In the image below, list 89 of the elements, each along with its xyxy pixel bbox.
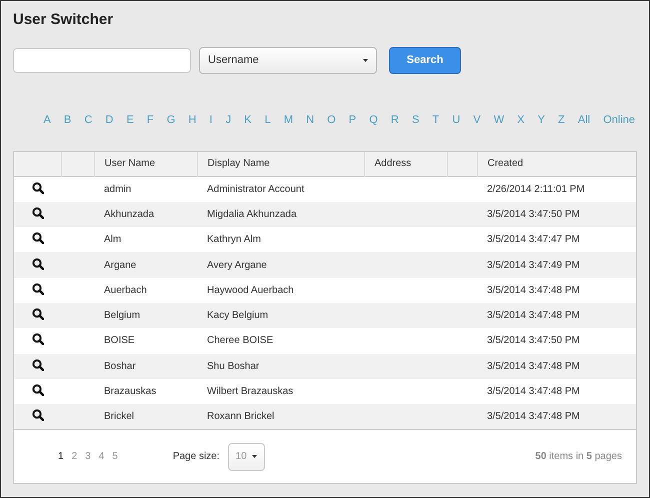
table-cell: Kacy Belgium <box>207 310 268 322</box>
table-cell: Roxann Brickel <box>207 411 274 422</box>
search-icon[interactable] <box>32 182 44 194</box>
letter-filter-link[interactable]: U <box>452 112 460 128</box>
letter-filter-link[interactable]: B <box>64 112 72 128</box>
table-cell: Shu Boshar <box>207 360 260 372</box>
table-cell: 3/5/2014 3:47:48 PM <box>487 310 580 322</box>
search-field[interactable] <box>13 48 191 73</box>
letter-filter-link[interactable]: G <box>166 112 176 128</box>
page-size-dropdown[interactable]: 10 <box>228 442 265 471</box>
page-size-label: Page size: <box>172 450 220 464</box>
table-cell: 3/5/2014 3:47:49 PM <box>487 260 580 271</box>
column-header: Created <box>477 152 636 176</box>
table-cell: Kathryn Alm <box>207 234 261 246</box>
letter-filter-link[interactable]: F <box>146 112 154 128</box>
table-cell: Belgium <box>104 310 140 322</box>
table-cell: 3/5/2014 3:47:50 PM <box>487 208 580 220</box>
search-icon[interactable] <box>32 258 44 270</box>
column-header: Display Name <box>197 152 364 176</box>
letter-filter-link[interactable]: O <box>327 112 336 128</box>
column-header <box>14 152 61 176</box>
table-cell: Wilbert Brazauskas <box>207 386 294 398</box>
table-cell: 2/26/2014 2:11:01 PM <box>487 184 585 195</box>
column-header: User Name <box>94 152 197 176</box>
letter-filter-link[interactable]: E <box>126 112 134 128</box>
column-header <box>447 152 477 176</box>
letter-filter-link[interactable]: J <box>226 112 232 128</box>
letter-filter-link[interactable]: N <box>306 112 314 128</box>
column-header <box>61 152 94 176</box>
search-icon[interactable] <box>32 206 44 219</box>
table-cell: 3/5/2014 3:47:48 PM <box>487 411 580 422</box>
table-cell: Argane <box>104 260 136 271</box>
items-summary: 50 items in 5 pages <box>535 450 622 464</box>
search-icon[interactable] <box>32 409 44 422</box>
letter-filter-link[interactable]: All <box>578 112 590 128</box>
letter-filter-link[interactable]: L <box>264 112 271 128</box>
letter-filter-link[interactable]: I <box>209 112 212 128</box>
page-link[interactable]: 4 <box>98 449 104 464</box>
letter-filter-link[interactable]: K <box>244 112 252 128</box>
table-cell: admin <box>104 184 132 195</box>
letter-filter-link[interactable]: R <box>390 112 399 128</box>
letter-filter-link[interactable]: H <box>188 112 196 128</box>
search-icon[interactable] <box>32 333 44 346</box>
page-title: User Switcher <box>13 10 114 29</box>
page-link[interactable]: 1 <box>58 449 64 464</box>
letter-filter-link[interactable]: D <box>105 112 114 128</box>
search-button[interactable]: Search <box>389 47 461 74</box>
table-cell: 3/5/2014 3:47:47 PM <box>487 234 580 246</box>
table-cell: Alm <box>104 234 122 246</box>
letter-filter-link[interactable]: V <box>473 112 481 128</box>
caret-icon <box>252 455 257 458</box>
letter-filter-link[interactable]: W <box>494 112 504 128</box>
letter-filter-link[interactable]: S <box>412 112 420 128</box>
table-cell: Cheree BOISE <box>207 335 274 346</box>
letter-filter-link[interactable]: C <box>84 112 92 128</box>
search-icon[interactable] <box>32 308 44 320</box>
letter-filter-link[interactable]: Q <box>369 112 378 128</box>
letter-filter-link[interactable]: Y <box>538 112 545 128</box>
search-icon[interactable] <box>32 232 44 244</box>
column-header: Address <box>364 152 447 176</box>
search-icon[interactable] <box>32 384 44 396</box>
letter-filter-link[interactable]: Z <box>558 112 565 128</box>
search-icon[interactable] <box>32 282 44 295</box>
caret-icon <box>363 59 368 62</box>
filter-dropdown[interactable]: Username <box>199 47 377 74</box>
table-cell: Avery Argane <box>207 260 267 271</box>
table-cell: 3/5/2014 3:47:48 PM <box>487 284 580 296</box>
search-icon[interactable] <box>32 358 44 371</box>
table-cell: Haywood Auerbach <box>207 284 294 296</box>
table-cell: 3/5/2014 3:47:48 PM <box>487 386 580 398</box>
page-link[interactable]: 2 <box>72 449 78 464</box>
table-cell: Administrator Account <box>207 184 304 195</box>
table-cell: Brickel <box>104 411 134 422</box>
page-link[interactable]: 5 <box>112 449 118 464</box>
table-cell: Brazauskas <box>104 386 156 398</box>
letter-filter-link[interactable]: P <box>348 112 356 128</box>
page-link[interactable]: 3 <box>85 449 91 464</box>
letter-filter-link[interactable]: A <box>43 112 51 128</box>
table-cell: Boshar <box>104 360 136 372</box>
letter-filter-link[interactable]: M <box>284 112 293 128</box>
table-cell: Migdalia Akhunzada <box>207 208 297 220</box>
table-cell: BOISE <box>104 335 135 346</box>
table-cell: 3/5/2014 3:47:48 PM <box>487 360 580 372</box>
letter-filter-link[interactable]: Online <box>603 112 635 128</box>
letter-filter-link[interactable]: X <box>517 112 525 128</box>
letter-filter-link[interactable]: T <box>432 112 440 128</box>
table-cell: Auerbach <box>104 284 147 296</box>
table-cell: 3/5/2014 3:47:50 PM <box>487 335 580 346</box>
table-cell: Akhunzada <box>104 208 154 220</box>
